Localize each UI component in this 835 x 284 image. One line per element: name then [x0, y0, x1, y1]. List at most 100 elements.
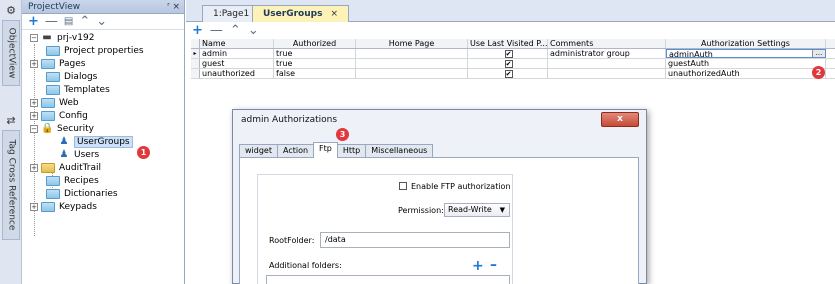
- close-tab-icon[interactable]: ×: [330, 9, 338, 19]
- table-row[interactable]: guest true ✔ guestAuth: [191, 59, 835, 69]
- tab-ftp[interactable]: Ftp: [313, 142, 338, 158]
- properties-folder-icon: [46, 45, 60, 56]
- tab-widget[interactable]: widget: [239, 144, 278, 158]
- collapse-icon[interactable]: −: [30, 33, 38, 42]
- project-view-toolbar: + — ▤ ⌃ ⌄: [22, 14, 184, 30]
- add-folder-icon[interactable]: +: [472, 259, 484, 273]
- expand-icon[interactable]: +: [30, 98, 38, 107]
- callout-badge-3: 3: [336, 128, 349, 141]
- ftp-settings-group: Enable FTP authorization Permission: Rea…: [257, 174, 513, 284]
- config-folder-icon: [41, 110, 55, 121]
- callout-badge-2: 2: [812, 66, 825, 79]
- tree-item-security[interactable]: − 🔒 Security: [30, 122, 94, 135]
- tag-cross-reference-tab-label: Tag Cross Reference: [6, 139, 17, 231]
- col-header-use-last-visited[interactable]: Use Last Visited P...: [468, 39, 548, 48]
- additional-folders-label: Additional folders:: [269, 261, 342, 270]
- move-up-icon[interactable]: ⌃: [79, 15, 90, 28]
- checkbox[interactable]: ✔: [504, 70, 513, 78]
- tree-item-recipes[interactable]: Recipes: [46, 174, 99, 187]
- remove-icon[interactable]: —: [45, 15, 58, 28]
- enable-ftp-checkbox[interactable]: [399, 182, 407, 190]
- usergroups-grid: Name Authorized Home Page Use Last Visit…: [191, 39, 835, 79]
- col-header-comments[interactable]: Comments: [548, 39, 666, 48]
- templates-folder-icon: [46, 84, 60, 95]
- dialog-titlebar: admin Authorizations: [233, 110, 646, 130]
- col-header-home-page[interactable]: Home Page: [356, 39, 468, 48]
- keypads-folder-icon: [41, 201, 55, 212]
- audittrail-folder-icon: [41, 162, 55, 173]
- dialog-title: admin Authorizations: [241, 115, 338, 125]
- permission-label: Permission:: [398, 206, 444, 215]
- close-dialog-button[interactable]: x: [601, 112, 639, 127]
- web-folder-icon: [41, 97, 55, 108]
- project-view-title: ProjectView: [28, 1, 81, 12]
- ellipsis-button[interactable]: ...: [812, 50, 825, 57]
- tree-item-web[interactable]: + Web: [30, 96, 79, 109]
- rootfolder-label: RootFolder:: [269, 236, 315, 245]
- tree-item-keypads[interactable]: + Keypads: [30, 200, 97, 213]
- objectview-icon: ⚙: [6, 4, 16, 17]
- tree-item-dictionaries[interactable]: Dictionaries: [46, 187, 118, 200]
- col-header-authorization-settings[interactable]: Authorization Settings: [666, 39, 826, 48]
- authorization-settings-cell[interactable]: adminAuth ...: [666, 49, 826, 58]
- properties-icon[interactable]: ▤: [64, 15, 73, 28]
- dialogs-folder-icon: [46, 71, 60, 82]
- project-view-panel: ProjectView ʳ × + — ▤ ⌃ ⌄ − ▬ prj-v192 P…: [22, 0, 185, 284]
- row-pointer-icon: ▸: [191, 49, 200, 58]
- tree-item-project-properties[interactable]: Project properties: [46, 44, 144, 57]
- tab-miscellaneous[interactable]: Miscellaneous: [365, 144, 434, 158]
- document-tabstrip: 1:Page1 UserGroups ×: [186, 0, 835, 22]
- tag-cross-reference-side-tab[interactable]: Tag Cross Reference: [2, 130, 20, 240]
- grid-toolbar: + — ⌃ ⌄: [186, 22, 835, 38]
- additional-folders-list[interactable]: [266, 275, 510, 284]
- table-row[interactable]: unauthorized false ✔ unauthorizedAuth: [191, 69, 835, 79]
- tree-item-project[interactable]: − ▬ prj-v192: [30, 31, 94, 44]
- expand-icon[interactable]: +: [30, 163, 38, 172]
- authorizations-dialog: admin Authorizations x widget Action Ftp…: [232, 109, 647, 284]
- remove-folder-icon[interactable]: –: [490, 258, 497, 272]
- tree-item-dialogs[interactable]: Dialogs: [46, 70, 97, 83]
- tab-usergroups[interactable]: UserGroups ×: [252, 5, 349, 22]
- dialog-tabs: widget Action Ftp Http Miscellaneous: [239, 142, 434, 158]
- col-header-authorized[interactable]: Authorized: [274, 39, 356, 48]
- move-down-icon[interactable]: ⌄: [96, 15, 107, 28]
- grid-header-row: Name Authorized Home Page Use Last Visit…: [191, 39, 835, 49]
- expand-icon[interactable]: +: [30, 59, 38, 68]
- col-header-name[interactable]: Name: [200, 39, 274, 48]
- tree-item-templates[interactable]: Templates: [46, 83, 110, 96]
- ftp-tab-panel: Enable FTP authorization Permission: Rea…: [239, 157, 639, 284]
- tree-item-pages[interactable]: + Pages: [30, 57, 85, 70]
- pin-close-icon[interactable]: ʳ ×: [167, 2, 180, 12]
- side-tool-strip: ⚙ ObjectView ⇄ Tag Cross Reference: [0, 0, 22, 284]
- pages-folder-icon: [41, 58, 55, 69]
- table-row[interactable]: ▸ admin true ✔ administrator group admin…: [191, 49, 835, 59]
- checkbox[interactable]: ✔: [504, 60, 513, 68]
- usergroups-icon: ♟: [59, 135, 69, 147]
- lock-icon: 🔒: [41, 122, 54, 134]
- expand-icon[interactable]: +: [30, 111, 38, 120]
- objectview-tab-label: ObjectView: [6, 27, 17, 79]
- dictionaries-folder-icon: [46, 188, 60, 199]
- tree-item-config[interactable]: + Config: [30, 109, 88, 122]
- tree-item-audittrail[interactable]: + AuditTrail: [30, 161, 101, 174]
- add-icon[interactable]: +: [28, 15, 39, 28]
- remove-row-icon[interactable]: —: [210, 24, 223, 37]
- user-icon: ♟: [59, 148, 69, 160]
- collapse-icon[interactable]: −: [30, 124, 38, 133]
- expand-icon[interactable]: +: [30, 202, 38, 211]
- tab-http[interactable]: Http: [336, 144, 367, 158]
- rootfolder-input[interactable]: /data: [320, 232, 510, 248]
- tree-item-usergroups[interactable]: ♟ UserGroups: [58, 135, 133, 148]
- chevron-down-icon: ▼: [499, 206, 505, 214]
- project-icon: ▬: [42, 31, 52, 43]
- tab-action[interactable]: Action: [276, 144, 315, 158]
- move-down-icon[interactable]: ⌄: [248, 24, 259, 37]
- permission-dropdown[interactable]: Read-Write ▼: [444, 203, 510, 217]
- add-row-icon[interactable]: +: [192, 24, 203, 37]
- project-view-titlebar: ProjectView ʳ ×: [22, 0, 184, 14]
- tree-item-users[interactable]: ♟ Users: [58, 148, 100, 161]
- enable-ftp-label: Enable FTP authorization: [411, 182, 511, 191]
- move-up-icon[interactable]: ⌃: [230, 24, 241, 37]
- checkbox[interactable]: ✔: [504, 50, 513, 58]
- objectview-side-tab[interactable]: ObjectView: [2, 20, 20, 86]
